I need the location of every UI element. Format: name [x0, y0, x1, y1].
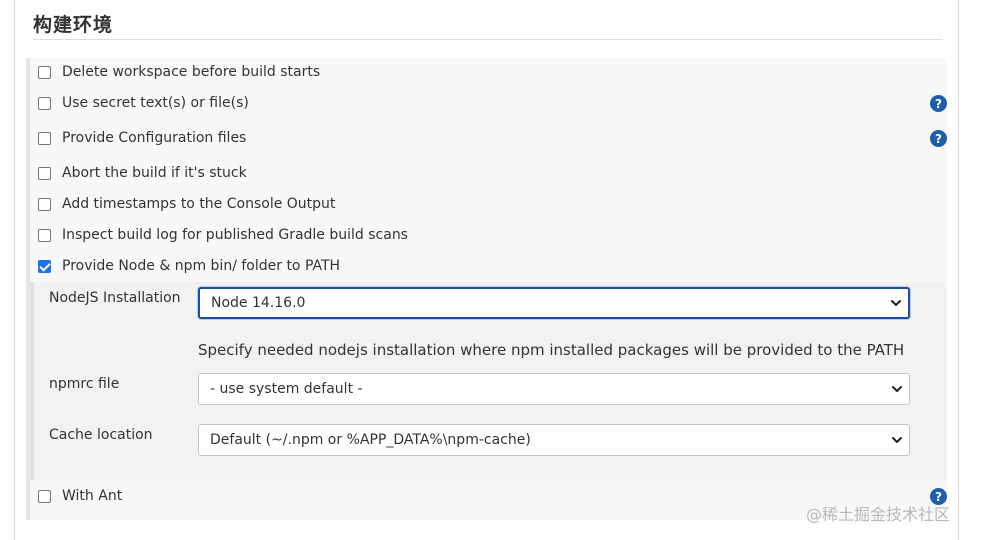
chevron-down-icon	[891, 300, 901, 306]
help-icon[interactable]: ?	[930, 130, 947, 147]
nodejs-installation-description: Specify needed nodejs installation where…	[198, 341, 905, 359]
nodejs-installation-value: Node 14.16.0	[211, 295, 306, 311]
option-label: Inspect build log for published Gradle b…	[62, 227, 408, 243]
node-path-checkbox[interactable]	[38, 259, 51, 273]
option-secret-text[interactable]: Use secret text(s) or file(s)	[38, 93, 249, 113]
option-abort-stuck[interactable]: Abort the build if it's stuck	[38, 163, 247, 183]
npmrc-select[interactable]: - use system default -	[198, 373, 910, 405]
npmrc-value: - use system default -	[210, 381, 363, 397]
npmrc-label: npmrc file	[49, 376, 120, 392]
option-timestamps[interactable]: Add timestamps to the Console Output	[38, 194, 335, 214]
abort-stuck-checkbox[interactable]	[38, 166, 51, 180]
cache-location-label: Cache location	[49, 427, 153, 443]
option-label: Provide Node & npm bin/ folder to PATH	[62, 258, 341, 274]
option-node-path[interactable]: Provide Node & npm bin/ folder to PATH	[38, 256, 340, 276]
nodejs-installation-label: NodeJS Installation	[49, 290, 181, 306]
config-files-checkbox[interactable]	[38, 131, 51, 145]
timestamps-checkbox[interactable]	[38, 197, 51, 211]
option-label: Add timestamps to the Console Output	[62, 196, 336, 212]
option-config-files[interactable]: Provide Configuration files	[38, 128, 246, 148]
option-label: Provide Configuration files	[62, 130, 247, 146]
delete-workspace-checkbox[interactable]	[38, 65, 51, 79]
option-label: Abort the build if it's stuck	[62, 165, 247, 181]
help-icon[interactable]: ?	[930, 95, 947, 112]
option-label: Use secret text(s) or file(s)	[62, 95, 249, 111]
option-gradle-scans[interactable]: Inspect build log for published Gradle b…	[38, 225, 408, 245]
option-label: With Ant	[62, 488, 123, 504]
secret-text-checkbox[interactable]	[38, 96, 51, 110]
chevron-down-icon	[892, 386, 902, 392]
option-label: Delete workspace before build starts	[62, 64, 321, 80]
watermark: @稀土掘金技术社区	[806, 505, 951, 524]
with-ant-checkbox[interactable]	[38, 489, 51, 503]
cache-location-value: Default (~/.npm or %APP_DATA%\npm-cache)	[210, 432, 531, 448]
nodejs-installation-select[interactable]: Node 14.16.0	[198, 287, 910, 319]
section-title: 构建环境	[33, 14, 114, 36]
gradle-scans-checkbox[interactable]	[38, 228, 51, 242]
section-divider	[33, 39, 943, 40]
cache-location-select[interactable]: Default (~/.npm or %APP_DATA%\npm-cache)	[198, 424, 910, 456]
chevron-down-icon	[892, 437, 902, 443]
option-delete-workspace[interactable]: Delete workspace before build starts	[38, 62, 320, 82]
option-with-ant[interactable]: With Ant	[38, 486, 122, 506]
